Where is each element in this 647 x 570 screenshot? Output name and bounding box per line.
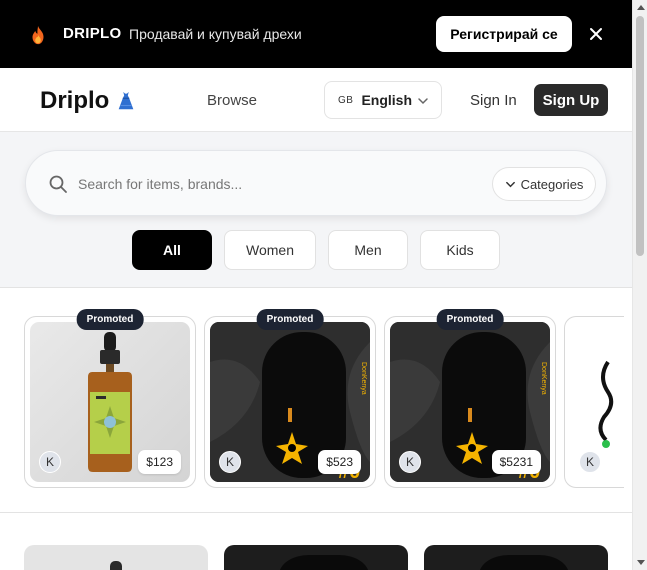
chevron-down-icon [505,181,515,187]
promo-brand: DRIPLO [63,25,122,42]
avatar[interactable]: K [399,451,421,473]
promoted-badge: Promoted [436,309,504,330]
avatar[interactable]: K [219,451,241,473]
listing-card[interactable]: Promoted K $123 [24,309,196,488]
search-icon [49,175,67,193]
listing-card[interactable] [224,545,408,570]
promo-banner: DRIPLO Продавай и купувай дрехи Регистри… [0,0,632,68]
search-bar: Categories [25,150,607,216]
language-code: GB [338,94,354,106]
promoted-badge: Promoted [76,309,144,330]
register-button[interactable]: Регистрирай се [436,16,572,52]
signin-link[interactable]: Sign In [470,92,517,109]
logo[interactable]: Driplo [40,87,137,115]
phone-case-image [279,555,369,570]
listing-card[interactable] [24,545,208,570]
dress-icon [118,91,134,110]
scroll-up-arrow-icon[interactable] [637,5,645,10]
categories-label: Categories [520,176,584,192]
price-tag: $523 [318,450,361,474]
language-selector[interactable]: GB English [324,81,442,119]
close-icon[interactable] [585,23,607,45]
promo-tagline: Продавай и купувай дрехи [129,26,302,42]
tab-women[interactable]: Women [224,230,316,270]
flame-icon [32,25,44,45]
svg-text:DonKenya: DonKenya [540,362,547,395]
price-tag: $5231 [491,450,541,474]
price-tag: $123 [138,450,181,474]
scrollbar[interactable] [632,0,647,570]
promoted-badge: Promoted [256,309,324,330]
scroll-down-arrow-icon[interactable] [637,560,645,565]
listing-card[interactable]: #0 DonKenya Promoted K $5231 [384,309,556,488]
signup-button[interactable]: Sign Up [534,84,608,116]
scrollbar-thumb[interactable] [636,16,644,256]
avatar[interactable]: K [579,451,601,473]
phone-case-image [479,555,569,570]
site-header: Driplo Browse GB English Sign In Sign Up [0,68,632,132]
categories-button[interactable]: Categories [492,167,596,201]
svg-text:DonKenya: DonKenya [360,362,367,395]
tab-all[interactable]: All [132,230,212,270]
listing-card[interactable] [424,545,608,570]
serum-bottle-image [110,561,122,570]
search-input[interactable] [78,171,478,197]
tab-kids[interactable]: Kids [420,230,500,270]
avatar[interactable]: K [39,451,61,473]
tab-men[interactable]: Men [328,230,408,270]
logo-text: Driplo [40,87,110,114]
chevron-down-icon [418,98,428,105]
listing-card[interactable]: K [564,316,625,488]
language-name: English [361,92,413,108]
browse-link[interactable]: Browse [207,92,257,109]
listing-card[interactable]: #0 DonKenya Promoted K $523 [204,309,376,488]
